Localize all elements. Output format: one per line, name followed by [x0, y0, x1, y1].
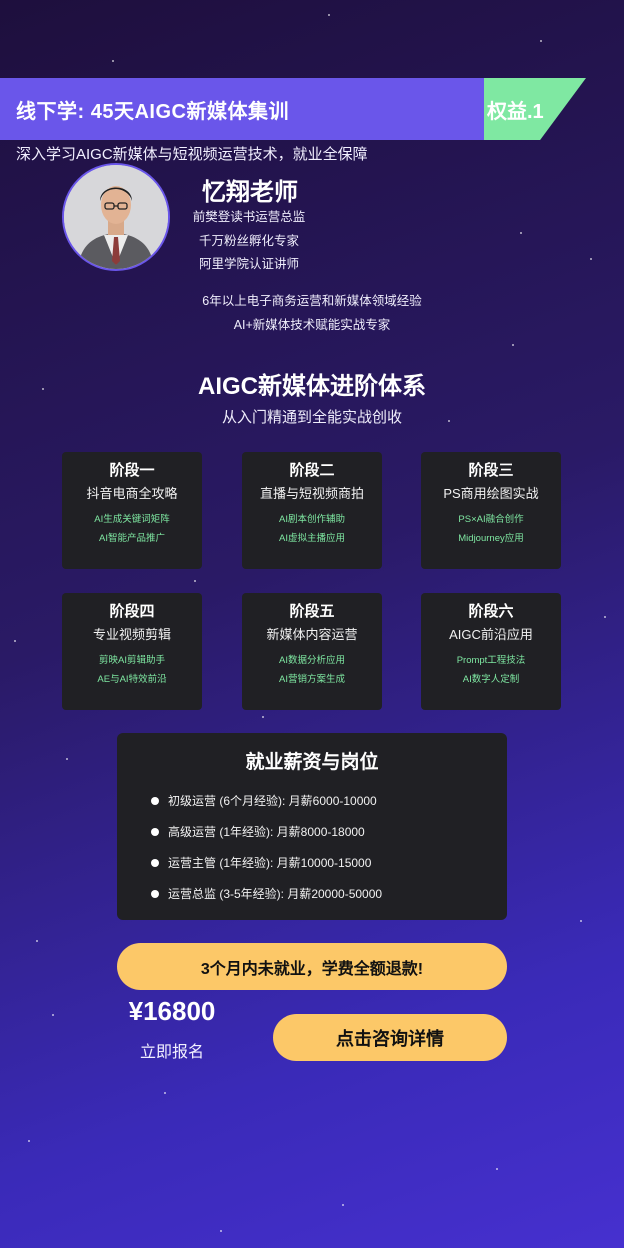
- bullet-dot-icon: [151, 889, 159, 898]
- teacher-experience-line: AI+新媒体技术赋能实战专家: [233, 317, 391, 332]
- stage-name: 阶段二: [289, 462, 335, 479]
- course-price: ¥16800: [128, 996, 216, 1026]
- salary-item: 运营总监 (3-5年经验): 月薪20000-50000: [151, 878, 382, 909]
- stage-point: AI生成关键词矩阵: [94, 514, 170, 525]
- stage-points: AI生成关键词矩阵 AI智能产品推广: [62, 510, 202, 548]
- salary-item: 初级运营 (6个月经验): 月薪6000-10000: [151, 785, 382, 816]
- benefit-tag-label: 权益.1: [487, 100, 544, 123]
- system-title: AIGC新媒体进阶体系: [198, 373, 426, 400]
- teacher-title-line: 千万粉丝孵化专家: [198, 233, 299, 248]
- stage-points: Prompt工程技法 AI数字人定制: [421, 651, 561, 689]
- stage-point: PS×AI融合创作: [458, 514, 524, 525]
- stage-topic: 抖音电商全攻略: [86, 486, 178, 501]
- stage-point: AI剧本创作辅助: [279, 514, 345, 525]
- stage-name: 阶段一: [109, 462, 155, 479]
- salary-item-text: 运营主管 (1年经验): 月薪10000-15000: [168, 856, 372, 870]
- stage-card-5: 阶段五 新媒体内容运营 AI数据分析应用 AI营销方案生成: [242, 593, 382, 710]
- system-subtitle: 从入门精通到全能实战创收: [221, 409, 402, 426]
- teacher-titles: 前樊登读书运营总监 千万粉丝孵化专家 阿里学院认证讲师: [174, 206, 324, 277]
- bullet-dot-icon: [151, 827, 159, 836]
- stage-point: 剪映AI剪辑助手: [99, 655, 165, 666]
- teacher-name: 忆翔老师: [202, 179, 298, 206]
- stage-point: AI数字人定制: [462, 674, 520, 685]
- teacher-title-line: 阿里学院认证讲师: [198, 257, 299, 271]
- stage-point: AI营销方案生成: [279, 674, 345, 685]
- stage-card-2: 阶段二 直播与短视频商拍 AI剧本创作辅助 AI虚拟主播应用: [242, 452, 382, 569]
- stage-topic: AIGC前沿应用: [449, 627, 533, 642]
- teacher-title-line: 前樊登读书运营总监: [192, 210, 306, 224]
- teacher-experience-line: 6年以上电子商务运营和新媒体领域经验: [202, 294, 422, 308]
- enroll-link[interactable]: 立即报名: [118, 1038, 226, 1062]
- stage-point: Prompt工程技法: [456, 655, 526, 666]
- stage-topic: 专业视频剪辑: [92, 627, 171, 642]
- bullet-dot-icon: [151, 796, 159, 805]
- stage-card-3: 阶段三 PS商用绘图实战 PS×AI融合创作 Midjourney应用: [421, 452, 561, 569]
- stage-name: 阶段五: [289, 603, 335, 620]
- stage-name: 阶段四: [109, 603, 155, 620]
- stage-points: 剪映AI剪辑助手 AE与AI特效前沿: [62, 651, 202, 689]
- stage-point: AE与AI特效前沿: [97, 674, 167, 685]
- bullet-dot-icon: [151, 858, 159, 867]
- stage-point: AI虚拟主播应用: [279, 533, 345, 544]
- salary-item-text: 运营总监 (3-5年经验): 月薪20000-50000: [168, 887, 383, 901]
- stage-topic: 直播与短视频商拍: [259, 486, 364, 501]
- stage-points: AI剧本创作辅助 AI虚拟主播应用: [242, 510, 382, 548]
- stage-topic: 新媒体内容运营: [266, 627, 358, 642]
- salary-item: 高级运营 (1年经验): 月薪8000-18000: [151, 816, 382, 847]
- salary-title: 就业薪资与岗位: [245, 752, 379, 773]
- stage-card-6: 阶段六 AIGC前沿应用 Prompt工程技法 AI数字人定制: [421, 593, 561, 710]
- stage-card-1: 阶段一 抖音电商全攻略 AI生成关键词矩阵 AI智能产品推广: [62, 452, 202, 569]
- teacher-experience: 6年以上电子商务运营和新媒体领域经验 AI+新媒体技术赋能实战专家: [162, 290, 462, 337]
- refund-guarantee-banner: 3个月内未就业，学费全额退款!: [117, 943, 507, 990]
- stage-points: AI数据分析应用 AI营销方案生成: [242, 651, 382, 689]
- course-subtitle: 深入学习AIGC新媒体与短视频运营技术，就业全保障: [16, 146, 368, 163]
- stage-name: 阶段六: [468, 603, 514, 620]
- stage-topic: PS商用绘图实战: [443, 486, 539, 501]
- stage-point: AI智能产品推广: [99, 533, 165, 544]
- refund-guarantee-text: 3个月内未就业，学费全额退款!: [200, 960, 424, 978]
- salary-panel: 就业薪资与岗位 初级运营 (6个月经验): 月薪6000-10000 高级运营 …: [117, 733, 507, 920]
- course-banner: 线下学: 45天AIGC新媒体集训: [0, 78, 486, 140]
- course-title: 线下学: 45天AIGC新媒体集训: [16, 100, 289, 123]
- salary-item-text: 初级运营 (6个月经验): 月薪6000-10000: [168, 794, 377, 808]
- stage-card-4: 阶段四 专业视频剪辑 剪映AI剪辑助手 AE与AI特效前沿: [62, 593, 202, 710]
- salary-item: 运营主管 (1年经验): 月薪10000-15000: [151, 847, 382, 878]
- salary-item-text: 高级运营 (1年经验): 月薪8000-18000: [168, 825, 365, 839]
- salary-list: 初级运营 (6个月经验): 月薪6000-10000 高级运营 (1年经验): …: [151, 785, 382, 909]
- teacher-avatar: [62, 163, 170, 271]
- stage-point: Midjourney应用: [458, 533, 524, 544]
- teacher-portrait-icon: [64, 165, 168, 269]
- consult-button-label: 点击咨询详情: [336, 1028, 444, 1049]
- stage-points: PS×AI融合创作 Midjourney应用: [421, 510, 561, 548]
- stage-point: AI数据分析应用: [279, 655, 345, 666]
- consult-details-button[interactable]: 点击咨询详情: [273, 1014, 507, 1061]
- stage-name: 阶段三: [468, 462, 514, 479]
- benefit-tag: 权益.1: [484, 78, 586, 140]
